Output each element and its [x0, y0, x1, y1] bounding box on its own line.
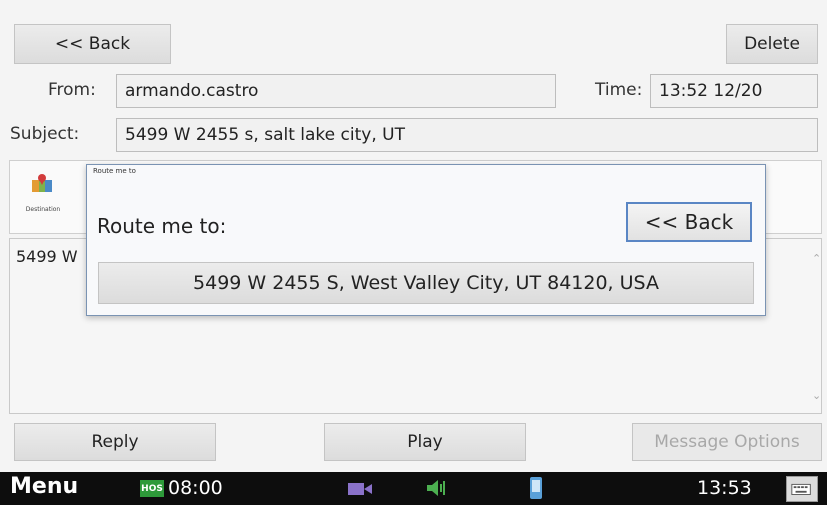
camera-icon[interactable] — [348, 482, 372, 496]
route-option-button[interactable]: 5499 W 2455 S, West Valley City, UT 8412… — [98, 262, 754, 304]
map-icon — [32, 174, 52, 192]
dialog-title: Route me to — [93, 167, 136, 175]
reply-button[interactable]: Reply — [14, 423, 216, 461]
clock: 13:53 — [697, 477, 752, 499]
message-text: 5499 W — [16, 247, 78, 266]
message-options-button[interactable]: Message Options — [632, 423, 822, 461]
destination-button[interactable]: Destination — [18, 172, 68, 218]
time-label: Time: — [595, 80, 643, 100]
delete-button[interactable]: Delete — [726, 24, 818, 64]
menu-button[interactable]: Menu — [10, 474, 78, 499]
subject-label: Subject: — [10, 124, 80, 144]
scroll-up-icon[interactable]: ⌃ — [812, 252, 821, 265]
back-button[interactable]: << Back — [14, 24, 171, 64]
play-button[interactable]: Play — [324, 423, 526, 461]
dialog-back-button[interactable]: << Back — [626, 202, 752, 242]
time-field[interactable]: 13:52 12/20 — [650, 74, 818, 108]
volume-icon[interactable] — [426, 478, 446, 498]
hos-badge[interactable]: HOS — [140, 480, 164, 497]
hos-time: 08:00 — [168, 477, 223, 499]
dialog-prompt: Route me to: — [97, 214, 227, 238]
destination-label: Destination — [25, 206, 61, 213]
phone-icon[interactable] — [528, 476, 544, 500]
from-field[interactable]: armando.castro — [116, 74, 556, 108]
keyboard-icon[interactable] — [786, 476, 818, 502]
subject-field[interactable]: 5499 W 2455 s, salt lake city, UT — [116, 118, 818, 152]
from-label: From: — [48, 80, 96, 100]
scroll-down-icon[interactable]: ⌄ — [812, 389, 821, 402]
